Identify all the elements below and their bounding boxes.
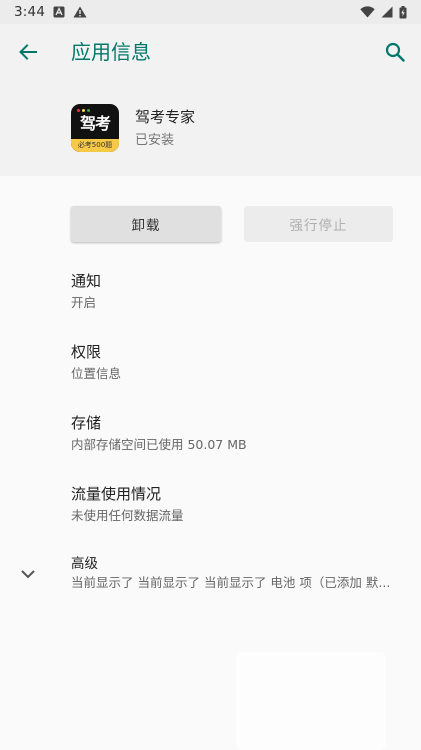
- pref-title: 存储: [71, 414, 102, 432]
- cell-signal-icon: [381, 6, 393, 18]
- pref-title: 通知: [71, 272, 102, 290]
- pref-summary: 当前显示了 当前显示了 当前显示了 电池 项（已添加 默...: [71, 575, 391, 590]
- status-right: [360, 5, 421, 19]
- uninstall-button[interactable]: 卸载: [71, 206, 221, 242]
- arrow-back-icon: [19, 44, 37, 60]
- a-notification-icon: [53, 6, 65, 18]
- status-bar: 3:44: [0, 0, 421, 24]
- pref-summary: 内部存储空间已使用 50.07 MB: [71, 437, 247, 452]
- search-button[interactable]: [381, 38, 409, 66]
- pref-summary: 开启: [71, 295, 97, 310]
- pref-storage[interactable]: 存储 内部存储空间已使用 50.07 MB: [0, 406, 421, 470]
- pref-title: 流量使用情况: [71, 485, 162, 503]
- pref-title: 高级: [71, 556, 98, 572]
- battery-charging-icon: [399, 5, 407, 19]
- pref-advanced[interactable]: 高级 当前显示了 当前显示了 当前显示了 电池 项（已添加 默...: [0, 542, 421, 606]
- app-bar: 应用信息: [0, 24, 421, 80]
- app-icon-badge: 必考500题: [71, 139, 119, 152]
- warning-icon: [73, 6, 87, 18]
- back-button[interactable]: [14, 38, 42, 66]
- app-install-status: 已安装: [135, 133, 175, 148]
- status-left: 3:44: [0, 4, 87, 20]
- pref-data-usage[interactable]: 流量使用情况 未使用任何数据流量: [0, 477, 421, 541]
- background-highlight: [236, 652, 386, 750]
- search-icon: [385, 42, 405, 62]
- pref-summary: 未使用任何数据流量: [71, 508, 184, 523]
- pref-notifications[interactable]: 通知 开启: [0, 264, 421, 328]
- status-time: 3:44: [14, 4, 46, 20]
- app-icon-logo-text: 驾考: [79, 114, 111, 133]
- pref-summary: 位置信息: [71, 366, 122, 381]
- app-name: 驾考专家: [135, 108, 196, 126]
- force-stop-button[interactable]: 强行停止: [244, 206, 393, 242]
- app-icon: 驾考 必考500题: [71, 104, 119, 152]
- pref-permissions[interactable]: 权限 位置信息: [0, 335, 421, 399]
- page-title: 应用信息: [71, 40, 151, 64]
- app-icon-dots: [77, 109, 90, 112]
- chevron-down-icon: [18, 564, 38, 584]
- wifi-icon: [360, 6, 375, 18]
- app-info: 驾考 必考500题 驾考专家 已安装: [0, 102, 421, 162]
- app-info-header: 应用信息 驾考 必考500题 驾考专家 已安装: [0, 24, 421, 176]
- pref-title: 权限: [71, 343, 102, 361]
